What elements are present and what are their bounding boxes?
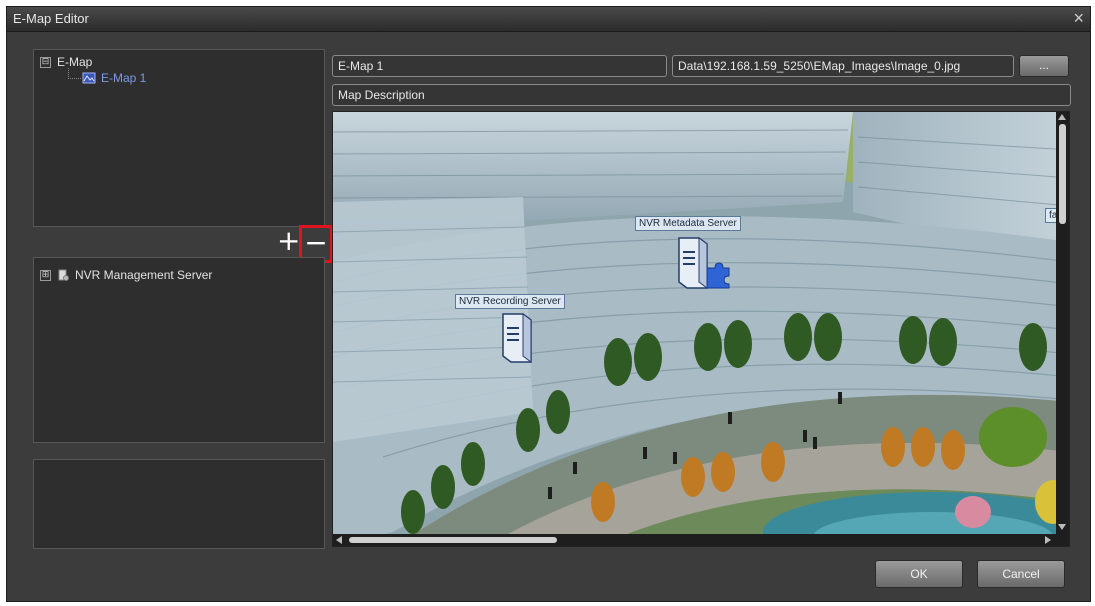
map-device-label: NVR Recording Server [455, 294, 565, 309]
map-name-input[interactable]: E-Map 1 [332, 55, 667, 77]
tree-item-label: E-Map [57, 55, 93, 69]
map-canvas[interactable]: NVR Metadata Server NVR Recording Server [332, 111, 1070, 547]
map-icon [82, 72, 96, 84]
tree-item-label: NVR Management Server [75, 268, 213, 282]
tree-item-emap-root[interactable]: ⊟ E-Map [40, 55, 92, 69]
map-horizontal-scrollbar[interactable] [333, 534, 1069, 546]
add-map-button[interactable]: + [277, 227, 300, 255]
browse-button[interactable]: ... [1019, 55, 1069, 77]
tree-item-nvr-management-server[interactable]: ⊞ NVR Management Server [40, 268, 212, 282]
collapse-icon[interactable]: ⊟ [40, 56, 51, 68]
map-image-path-input[interactable]: Data\192.168.1.59_5250\EMap_Images\Image… [672, 55, 1014, 77]
map-device-nvr-recording-server[interactable] [499, 310, 539, 364]
close-icon[interactable]: × [1073, 8, 1084, 28]
tree-connector [68, 68, 81, 79]
scroll-up-arrow-icon[interactable] [1058, 114, 1066, 120]
server-tree-icon [58, 269, 69, 281]
scroll-right-arrow-icon[interactable] [1045, 536, 1051, 544]
map-background-image [333, 112, 1069, 546]
minus-icon: − [304, 226, 328, 259]
plus-icon: + [277, 224, 301, 257]
scroll-left-arrow-icon[interactable] [336, 536, 342, 544]
ok-button[interactable]: OK [875, 560, 963, 588]
map-device-label: NVR Metadata Server [635, 216, 741, 231]
metadata-server-icon [678, 237, 730, 289]
tree-item-label: E-Map 1 [101, 71, 147, 85]
vertical-scroll-thumb[interactable] [1059, 124, 1066, 224]
expand-icon[interactable]: ⊞ [40, 269, 51, 281]
device-tree-panel: ⊞ NVR Management Server [33, 257, 325, 443]
emap-tree-panel: ⊟ E-Map E-Map 1 [33, 49, 325, 227]
map-device-nvr-metadata-server[interactable] [675, 234, 731, 290]
map-description-input[interactable]: Map Description [332, 84, 1071, 106]
scroll-down-arrow-icon[interactable] [1058, 524, 1066, 530]
map-vertical-scrollbar[interactable] [1056, 112, 1069, 546]
title-bar[interactable]: E-Map Editor × [7, 7, 1090, 32]
recording-server-icon [502, 313, 532, 363]
properties-panel [33, 459, 325, 549]
window-title: E-Map Editor [13, 11, 89, 26]
emap-editor-window: E-Map Editor × ⊟ E-Map E-Map 1 + − ⊞ NVR… [6, 6, 1091, 602]
tree-item-emap-1[interactable]: E-Map 1 [82, 71, 146, 85]
cancel-button[interactable]: Cancel [977, 560, 1065, 588]
horizontal-scroll-thumb[interactable] [349, 537, 557, 543]
